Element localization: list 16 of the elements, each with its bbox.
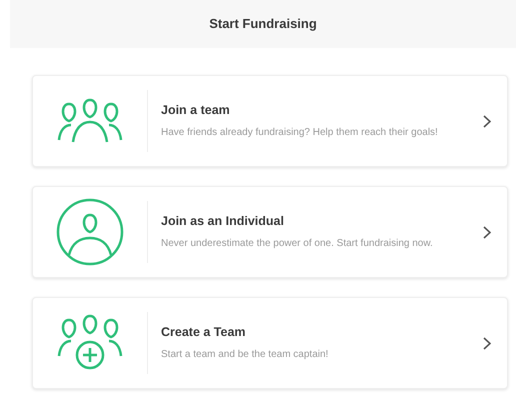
person-circle-icon — [55, 197, 125, 267]
option-title: Create a Team — [161, 324, 247, 341]
people-add-icon — [57, 314, 123, 372]
option-description: Have friends already fundraising? Help them reach their goals! — [161, 126, 439, 140]
page-title: Start Fundraising — [209, 15, 317, 34]
people-group-icon — [57, 98, 123, 144]
chevron-right-icon — [483, 336, 491, 350]
option-card[interactable]: Create a Team Start a team and be the team captain! — [32, 297, 508, 389]
option-card[interactable]: Join a team Have friends already fundraising? Help them reach their goals! — [32, 75, 508, 167]
option-description: Never underestimate the power of one. Start fundraising now. — [161, 237, 434, 252]
option-description: Start a team and be the team captain! — [161, 348, 330, 362]
chevron-right-icon — [483, 226, 491, 238]
option-title: Join as an Individual — [161, 212, 285, 230]
option-card[interactable]: Join as an Individual Never underestimate the power of one. Start fundraising now. — [32, 186, 508, 278]
option-title: Join a team — [161, 102, 231, 119]
chevron-right-icon — [483, 114, 491, 128]
